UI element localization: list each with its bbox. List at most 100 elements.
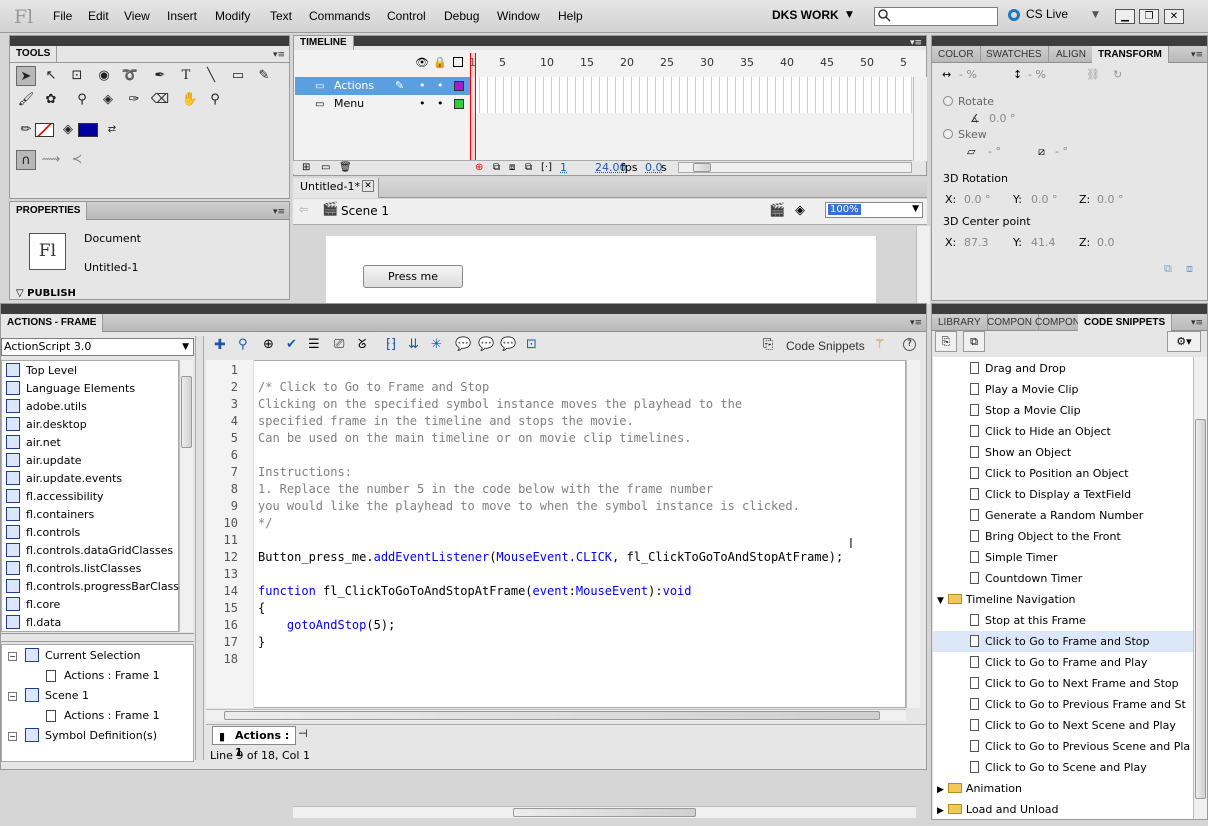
selection-tool-icon[interactable]: ➤ [16, 66, 36, 86]
snippet-item[interactable]: Drag and Drop [970, 358, 1192, 379]
stroke-color-swatch[interactable] [35, 123, 54, 137]
close-icon[interactable]: ✕ [362, 180, 374, 192]
toolbox-item[interactable]: fl.core [6, 596, 192, 614]
show-toolbox-icon[interactable]: ⊡ [526, 337, 537, 352]
chevron-right-icon[interactable]: ▶ [937, 806, 944, 816]
auto-format-icon[interactable]: ☰ [308, 337, 320, 352]
rectangle-tool-icon[interactable]: ▭ [228, 66, 248, 86]
panel-menu-icon[interactable]: ▾≡ [273, 50, 287, 60]
chevron-down-icon[interactable]: ▼ [1092, 10, 1099, 20]
toolbox-item[interactable]: air.desktop [6, 416, 192, 434]
code-vscrollbar[interactable] [906, 360, 920, 708]
snippet-folder[interactable]: ▶ Animation [937, 778, 1159, 799]
edit-symbols-icon[interactable]: ◈ [795, 203, 805, 218]
code-line[interactable]: { [258, 600, 265, 617]
menu-view[interactable]: View [124, 9, 150, 23]
menu-debug[interactable]: Debug [444, 9, 479, 23]
paint-bucket-tool-icon[interactable]: ◈ [98, 90, 118, 110]
skew-h-value[interactable]: - ° [988, 145, 1001, 158]
menu-edit[interactable]: Edit [88, 9, 109, 23]
current-frame[interactable]: 1 [560, 161, 567, 174]
pencil-tool-icon[interactable]: ✎ [254, 66, 274, 86]
code-hscrollbar[interactable] [206, 709, 906, 721]
panel-menu-icon[interactable]: ▾≡ [910, 318, 924, 328]
panel-drag-bar[interactable] [932, 36, 1207, 46]
snippet-scrollbar[interactable] [1193, 357, 1207, 819]
hand-tool-icon[interactable]: ✋ [180, 90, 200, 110]
tab-actions-1[interactable]: ▮ Actions : 1 [212, 726, 296, 759]
collapse-between-icon[interactable]: ⁅⁆ [386, 337, 396, 352]
tab-document[interactable]: Untitled-1* ✕ [293, 178, 379, 198]
scene-label[interactable]: Scene 1 [341, 204, 389, 218]
panel-menu-icon[interactable]: ▾≡ [273, 207, 287, 217]
code-line[interactable]: */ [258, 515, 272, 532]
menu-control[interactable]: Control [387, 9, 426, 23]
pen-tool-icon[interactable]: ✒ [150, 66, 170, 86]
code-snippets-icon[interactable]: ⎘ [763, 337, 773, 352]
tab-timeline[interactable]: TIMELINE [294, 36, 354, 50]
toolbox-item[interactable]: fl.controls.progressBarClasses [6, 578, 192, 596]
target-path-icon[interactable]: ⊕ [263, 337, 274, 352]
timeline-hscrollbar[interactable] [678, 162, 912, 173]
menu-file[interactable]: File [53, 9, 72, 23]
eye-icon[interactable]: 👁 [415, 56, 429, 69]
snippet-item[interactable]: Click to Position an Object [970, 463, 1192, 484]
text-tool-icon[interactable]: T [176, 66, 196, 86]
tab-tools[interactable]: TOOLS [10, 46, 58, 62]
menu-window[interactable]: Window [497, 9, 540, 23]
tab-swatches[interactable]: SWATCHES [980, 46, 1049, 63]
comment-block-icon[interactable]: 💬 [455, 337, 471, 352]
menu-insert[interactable]: Insert [167, 9, 197, 23]
snippet-folder[interactable]: ▼ Timeline Navigation [937, 589, 1159, 610]
lock-icon[interactable]: 🔒 [433, 56, 447, 69]
gear-icon[interactable]: ⚙▾ [1167, 331, 1201, 352]
timeline-vscrollbar[interactable] [913, 77, 927, 161]
cs-live-button[interactable]: CS Live [1026, 7, 1068, 21]
add-statement-icon[interactable]: ✚ [214, 337, 226, 353]
menu-help[interactable]: Help [558, 9, 583, 23]
panel-drag-bar[interactable] [10, 36, 289, 46]
rotate-radio[interactable] [943, 96, 953, 106]
toolbox-item[interactable]: fl.controls.listClasses [6, 560, 192, 578]
debug-icon[interactable]: ᘜ [358, 337, 366, 352]
center-frame-icon[interactable]: ⊕ [475, 162, 483, 173]
collapse-selection-icon[interactable]: ⇊ [408, 337, 419, 352]
toolbox-item[interactable]: air.net [6, 434, 192, 452]
code-line[interactable]: } [258, 634, 265, 651]
snippet-item[interactable]: Bring Object to the Front [970, 526, 1192, 547]
3d-rotation-tool-icon[interactable]: ◉ [94, 66, 114, 86]
tab-align[interactable]: ALIGN [1050, 46, 1094, 63]
reset-transform-icon[interactable]: ⧈ [1186, 262, 1193, 276]
toolbox-scrollbar[interactable] [179, 360, 193, 632]
search-input[interactable] [874, 7, 998, 26]
add-to-actions-icon[interactable]: ⎘ [935, 331, 957, 352]
brush-tool-icon[interactable]: 🖌 [16, 90, 36, 110]
snippet-item[interactable]: Show an Object [970, 442, 1192, 463]
zoom-select[interactable]: 100% ▼ [825, 202, 923, 218]
splitter[interactable] [1, 633, 194, 642]
menu-modify[interactable]: Modify [215, 9, 250, 23]
free-transform-tool-icon[interactable]: ⊡ [67, 66, 87, 86]
constrain-icon[interactable]: ⛓ [1086, 68, 1100, 81]
fill-color-swatch[interactable] [78, 123, 98, 137]
snippet-item[interactable]: Generate a Random Number [970, 505, 1192, 526]
toolbox-item[interactable]: air.update.events [6, 470, 192, 488]
tab-transform[interactable]: TRANSFORM [1092, 46, 1169, 63]
toolbox-item[interactable]: fl.accessibility [6, 488, 192, 506]
toolbox-item[interactable]: air.update [6, 452, 192, 470]
center-z-value[interactable]: 0.0 [1097, 236, 1115, 249]
rot-y-value[interactable]: 0.0 ° [1031, 193, 1058, 206]
eraser-tool-icon[interactable]: ⌫ [150, 90, 170, 110]
snippet-item[interactable]: Stop a Movie Clip [970, 400, 1192, 421]
copy-snippet-icon[interactable]: ⧉ [963, 331, 985, 352]
panel-drag-bar[interactable] [1, 304, 926, 314]
comment-line-icon[interactable]: 💬 [478, 337, 494, 352]
collapse-icon[interactable]: − [8, 691, 17, 701]
menu-text[interactable]: Text [270, 9, 292, 23]
snippet-item[interactable]: Countdown Timer [970, 568, 1192, 589]
subselection-tool-icon[interactable]: ↖ [41, 66, 61, 86]
pane-splitter[interactable] [195, 336, 204, 760]
delete-layer-icon[interactable]: 🗑 [339, 162, 352, 173]
toolbox-item[interactable]: Language Elements [6, 380, 192, 398]
stage-vscrollbar[interactable] [916, 226, 930, 304]
